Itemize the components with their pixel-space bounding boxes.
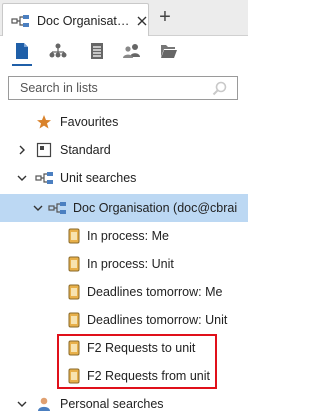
star-icon [37,115,51,129]
checkbox-list-icon [36,142,52,158]
list-icon [91,43,103,59]
tab-doc-organisation[interactable]: Doc Organisation [2,3,149,37]
list-view-button[interactable] [85,40,109,62]
users-icon [123,44,140,58]
tree-item-label: In process: Me [87,229,169,243]
users-view-button[interactable] [120,40,144,62]
folder-view-button[interactable] [157,40,181,62]
chevron-right-icon[interactable] [17,145,27,155]
tree-item-favourites[interactable]: Favourites [0,108,248,136]
search-box [8,76,238,100]
tree-item-label: Standard [60,143,111,157]
tree-item-standard[interactable]: Standard [0,136,248,164]
chevron-down-icon[interactable] [33,203,43,213]
tree-item-label: Favourites [60,115,119,129]
tree-item-label: F2 Requests from unit [87,369,210,383]
tree-item-search[interactable]: In process: Me [0,222,248,250]
tree-item-personal-searches[interactable]: Personal searches [0,390,248,415]
tree-item-search[interactable]: Deadlines tomorrow: Me [0,278,248,306]
org-chart-icon [48,202,66,214]
tree-item-search[interactable]: In process: Unit [0,250,248,278]
search-icon[interactable] [212,81,227,96]
search-input[interactable] [20,81,200,95]
tree-item-label: Personal searches [60,397,164,411]
saved-search-icon [68,228,80,244]
tree-item-label: Doc Organisation (doc@cbrai [73,201,238,215]
org-chart-icon [35,172,53,184]
new-tab-button[interactable]: + [155,7,175,28]
org-chart-icon [11,14,29,27]
tree-item-label: F2 Requests to unit [87,341,196,355]
tree-item-search[interactable]: F2 Requests from unit [0,362,248,390]
tree-item-search[interactable]: F2 Requests to unit [0,334,248,362]
tree-item-label: Unit searches [60,171,137,185]
close-icon[interactable] [136,15,148,27]
chevron-down-icon[interactable] [17,173,27,183]
tree-item-doc-organisation[interactable]: Doc Organisation (doc@cbrai [0,194,248,222]
view-toolbar [0,36,248,68]
tree-item-label: Deadlines tomorrow: Me [87,285,223,299]
tree-item-label: Deadlines tomorrow: Unit [87,313,228,327]
tree-item-search[interactable]: Deadlines tomorrow: Unit [0,306,248,334]
saved-search-icon [68,368,80,384]
saved-search-icon [68,284,80,300]
tab-bar: Doc Organisation + [0,0,248,37]
chevron-down-icon[interactable] [17,399,27,409]
hierarchy-icon [49,43,67,58]
tree-item-label: In process: Unit [87,257,174,271]
saved-search-icon [68,256,80,272]
tab-label: Doc Organisation [37,13,130,28]
folder-icon [161,45,177,58]
tree-item-unit-searches[interactable]: Unit searches [0,164,248,192]
saved-search-icon [68,340,80,356]
saved-search-icon [68,312,80,328]
person-icon [38,397,50,411]
document-icon [16,43,28,59]
hierarchy-view-button[interactable] [46,40,70,62]
documents-view-button[interactable] [10,40,34,66]
